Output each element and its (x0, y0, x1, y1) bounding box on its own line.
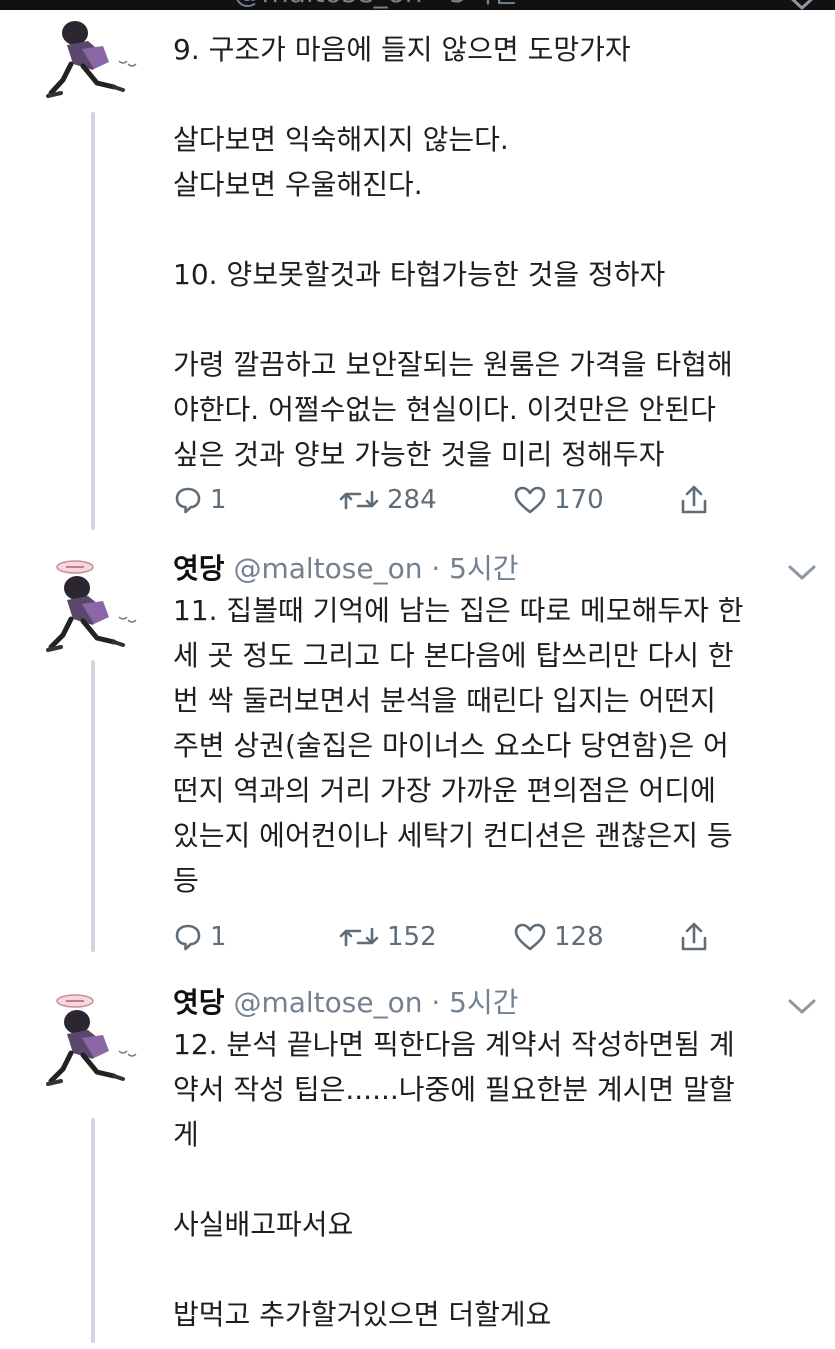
like-button[interactable]: 170 (513, 481, 604, 519)
tweet-text: 11. 집볼때 기억에 남는 집은 따로 메모해두자 한 세 곳 정도 그리고 … (173, 594, 744, 897)
retweet-icon (339, 490, 379, 510)
tweet-header: 엿당 @maltose_on · 5시간 (173, 552, 519, 586)
retweet-button[interactable]: 152 (338, 918, 437, 956)
separator-dot: · (431, 552, 441, 585)
retweet-button[interactable]: 284 (338, 481, 437, 519)
user-name[interactable]: 엿당 (173, 0, 225, 9)
chevron-down-icon[interactable] (786, 0, 818, 14)
reply-count: 1 (210, 485, 227, 515)
tweet-item[interactable]: 엿당 @maltose_on · 5시간 12. 분석 끝나면 픽한다음 계약서… (0, 986, 835, 1349)
share-icon (681, 485, 707, 514)
tweet-actions: 1 284 170 (173, 481, 733, 519)
like-count: 128 (554, 922, 604, 952)
tweet-time[interactable]: 5시간 (449, 986, 518, 1019)
heart-icon (514, 486, 546, 514)
like-button[interactable]: 128 (513, 918, 604, 956)
separator-dot: · (431, 0, 440, 9)
heart-icon (514, 923, 546, 951)
avatar[interactable] (36, 557, 154, 657)
tweet-item[interactable]: 엿당 @maltose_on · 5시간 9. 구조가 마음에 들지 않으면 도… (0, 0, 835, 544)
reply-count: 1 (210, 922, 227, 952)
reply-button[interactable]: 1 (173, 918, 227, 956)
tweet-header: 엿당 @maltose_on · 5시간 (173, 986, 519, 1020)
tweet-header: 엿당 @maltose_on · 5시간 (173, 0, 519, 10)
tweet-actions: 1 152 128 (173, 918, 733, 956)
avatar[interactable] (36, 991, 154, 1091)
user-name[interactable]: 엿당 (173, 986, 225, 1019)
user-handle[interactable]: @maltose_on (233, 0, 422, 9)
share-button[interactable] (678, 481, 710, 519)
retweet-count: 284 (387, 485, 437, 515)
tweet-text: 12. 분석 끝나면 픽한다음 계약서 작성하면됨 계 약서 작성 팁은....… (173, 1028, 735, 1331)
user-name[interactable]: 엿당 (173, 552, 225, 585)
reply-icon (175, 487, 201, 514)
like-count: 170 (554, 485, 604, 515)
retweet-icon (339, 927, 379, 947)
separator-dot: · (431, 986, 441, 1019)
tweet-time[interactable]: 5시간 (449, 552, 518, 585)
share-button[interactable] (678, 918, 710, 956)
chevron-down-icon[interactable] (786, 996, 818, 1018)
user-handle[interactable]: @maltose_on (233, 552, 422, 585)
tweet-text: 9. 구조가 마음에 들지 않으면 도망가자 살다보면 익숙해지지 않는다. 살… (173, 33, 733, 471)
retweet-count: 152 (387, 922, 437, 952)
reply-button[interactable]: 1 (173, 481, 227, 519)
chevron-down-icon[interactable] (786, 562, 818, 584)
user-handle[interactable]: @maltose_on (233, 986, 422, 1019)
tweet-item[interactable]: 엿당 @maltose_on · 5시간 11. 집볼때 기억에 남는 집은 따… (0, 552, 835, 962)
share-icon (681, 922, 707, 951)
tweet-time[interactable]: 5시간 (449, 0, 518, 9)
avatar[interactable] (36, 7, 154, 107)
reply-icon (175, 924, 201, 951)
